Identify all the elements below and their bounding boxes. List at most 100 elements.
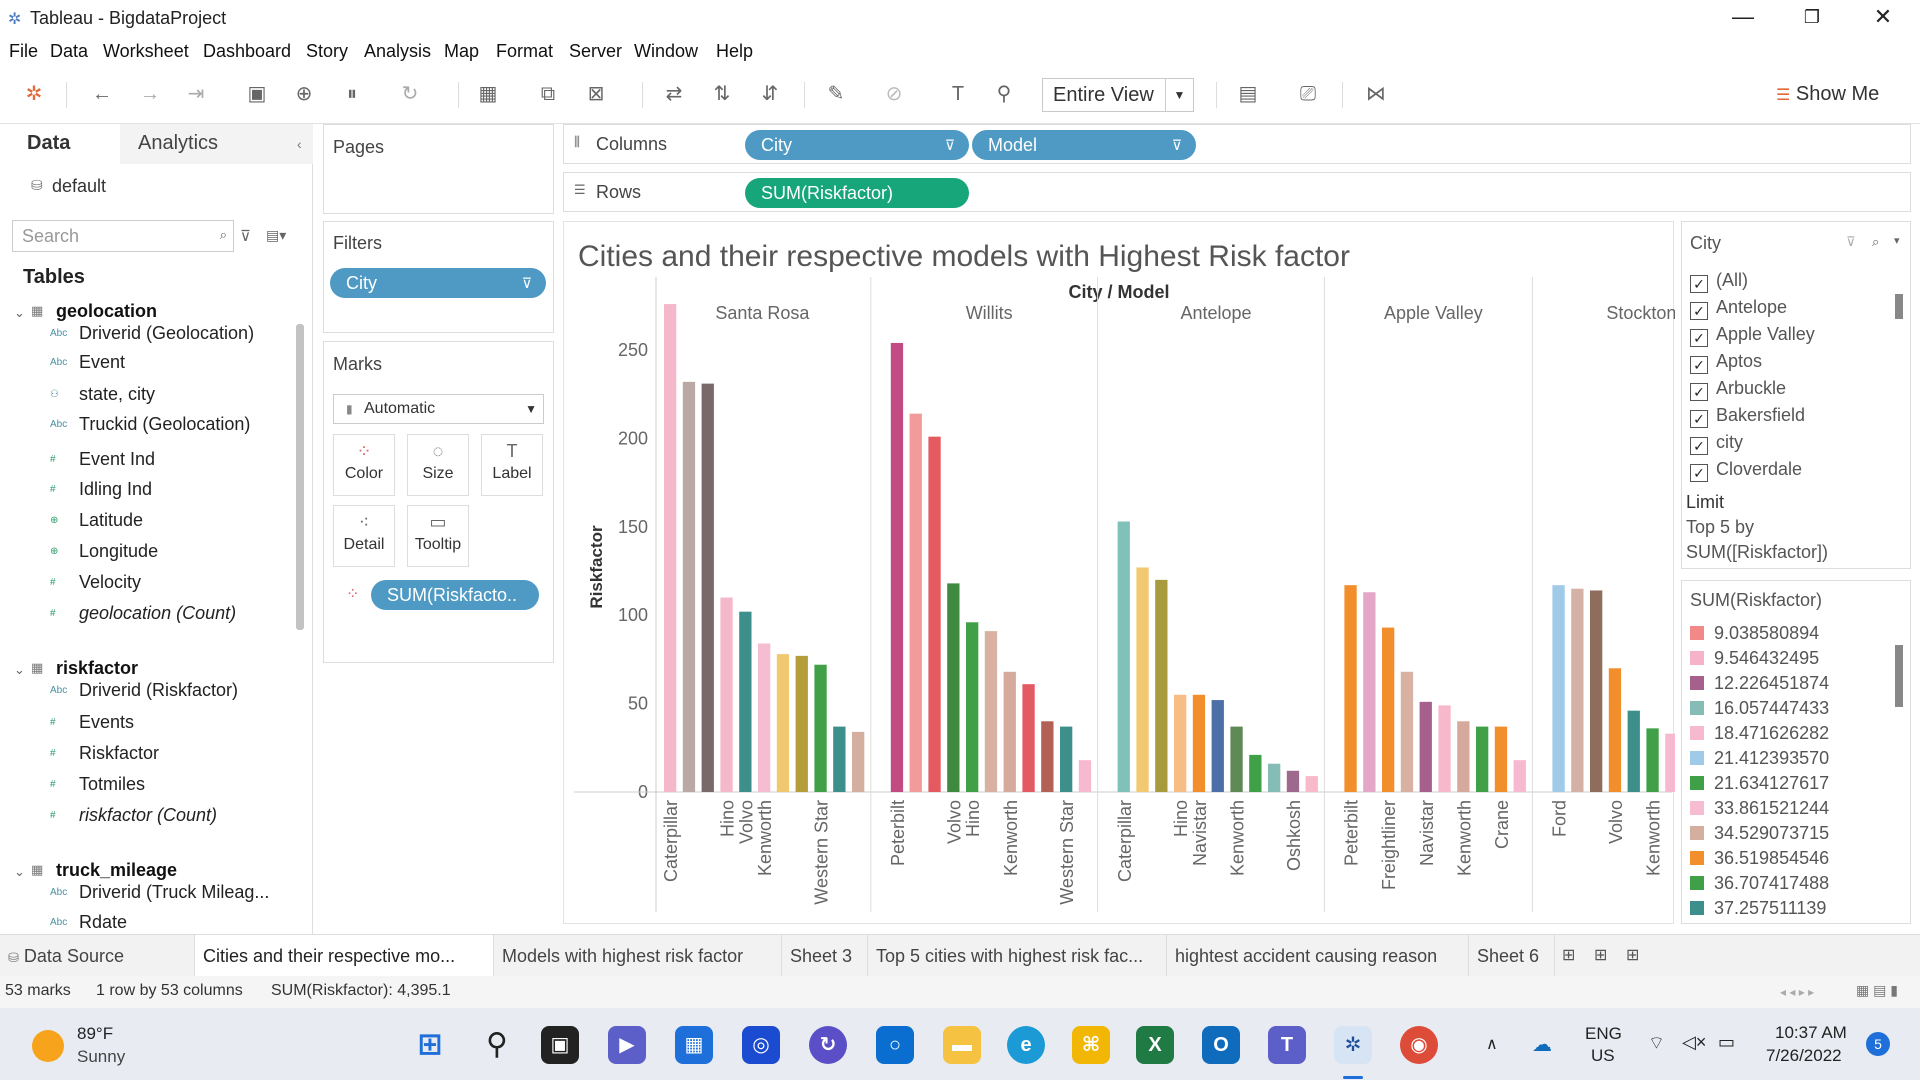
rows-pill-riskfactor[interactable]: SUM(Riskfactor): [745, 178, 969, 208]
tooltip-button[interactable]: ▭ Tooltip: [407, 505, 469, 567]
field-item[interactable]: Longitude: [79, 541, 158, 562]
table-name[interactable]: riskfactor: [56, 658, 138, 679]
legend-item[interactable]: 9.038580894: [1690, 623, 1819, 644]
clock-date[interactable]: 7/26/2022: [1766, 1046, 1842, 1066]
mark-type-dropdown[interactable]: ▮ Automatic ▼: [333, 394, 544, 424]
legend-item[interactable]: 12.226451874: [1690, 673, 1829, 694]
columns-pill-city[interactable]: City ⊽: [745, 130, 969, 160]
field-item[interactable]: Event: [79, 352, 125, 373]
minimize-button[interactable]: —: [1723, 4, 1763, 30]
store-icon[interactable]: ▦: [675, 1026, 713, 1064]
checkbox-icon[interactable]: ✓: [1690, 356, 1708, 374]
search-icon[interactable]: ⌕: [1872, 234, 1879, 250]
show-labels-icon[interactable]: T: [944, 80, 972, 108]
tab-sheet[interactable]: Cities and their respective mo...: [195, 935, 494, 977]
field-item[interactable]: Idling Ind: [79, 479, 152, 500]
fit-dropdown[interactable]: Entire View ▼: [1042, 78, 1194, 112]
checkbox-icon[interactable]: ✓: [1690, 383, 1708, 401]
view-options-icon[interactable]: ▤▾: [266, 227, 286, 244]
duplicate-sheet-icon[interactable]: ⧉: [534, 80, 562, 108]
city-filter-item[interactable]: ✓ city: [1690, 432, 1743, 455]
city-filter-item[interactable]: ✓ Cloverdale: [1690, 459, 1802, 482]
language-region[interactable]: US: [1591, 1046, 1615, 1066]
battery-icon[interactable]: ▭: [1718, 1032, 1735, 1053]
tableau-icon[interactable]: ✲: [1334, 1026, 1372, 1064]
field-item[interactable]: Truckid (Geolocation): [79, 414, 250, 435]
chevron-down-icon[interactable]: ⌄: [14, 305, 25, 321]
onedrive-icon[interactable]: ☁: [1532, 1032, 1552, 1057]
chevron-down-icon[interactable]: ▾: [1894, 234, 1900, 247]
close-button[interactable]: ✕: [1863, 4, 1903, 30]
field-item[interactable]: Driverid (Riskfactor): [79, 680, 238, 701]
fix-axes-icon[interactable]: ⚲: [990, 80, 1018, 108]
legend-item[interactable]: 18.471626282: [1690, 723, 1829, 744]
tab-sheet[interactable]: Sheet 3: [782, 935, 868, 977]
legend-item[interactable]: 9.546432495: [1690, 648, 1819, 669]
field-item[interactable]: Latitude: [79, 510, 143, 531]
share-icon[interactable]: ⋈: [1362, 80, 1390, 108]
start-icon[interactable]: ⊞: [411, 1026, 449, 1064]
new-story-icon[interactable]: ⊞: [1626, 945, 1639, 965]
menu-dashboard[interactable]: Dashboard: [203, 41, 291, 62]
field-item[interactable]: geolocation (Count): [79, 603, 236, 624]
search-input[interactable]: Search ⌕: [12, 220, 234, 252]
city-filter-item[interactable]: ✓ Apple Valley: [1690, 324, 1815, 347]
save-icon[interactable]: ▣: [243, 80, 271, 108]
label-button[interactable]: T Label: [481, 434, 543, 496]
volume-icon[interactable]: ◁×: [1682, 1032, 1706, 1053]
chat-icon[interactable]: ▶: [608, 1026, 646, 1064]
new-dashboard-icon[interactable]: ⊞: [1594, 945, 1607, 965]
city-filter-item[interactable]: ✓ Antelope: [1690, 297, 1787, 320]
table-name[interactable]: truck_mileage: [56, 860, 177, 881]
chevron-up-icon[interactable]: ∧: [1486, 1034, 1498, 1054]
tab-sheet[interactable]: Models with highest risk factor: [494, 935, 782, 977]
app-icon[interactable]: ◎: [742, 1026, 780, 1064]
checkbox-icon[interactable]: ✓: [1690, 302, 1708, 320]
legend-item[interactable]: 36.707417488: [1690, 873, 1829, 894]
pages-shelf[interactable]: Pages: [323, 124, 554, 214]
legend-item[interactable]: 37.257511139: [1690, 898, 1826, 919]
menu-file[interactable]: File: [9, 41, 38, 62]
show-me-button[interactable]: ☰ Show Me: [1776, 83, 1879, 106]
filter-icon[interactable]: ⊽: [240, 227, 251, 245]
replay-icon[interactable]: ⇥: [182, 80, 210, 108]
menu-help[interactable]: Help: [716, 41, 753, 62]
field-item[interactable]: Riskfactor: [79, 743, 159, 764]
undo-icon[interactable]: ←: [88, 80, 116, 108]
legend-item[interactable]: 33.861521244: [1690, 798, 1829, 819]
legend-item[interactable]: 16.057447433: [1690, 698, 1829, 719]
redo-icon[interactable]: →: [136, 80, 164, 108]
city-filter-item[interactable]: ✓ Arbuckle: [1690, 378, 1786, 401]
city-filter-item[interactable]: ✓ Aptos: [1690, 351, 1762, 374]
teams-icon[interactable]: T: [1268, 1026, 1306, 1064]
notification-badge[interactable]: 5: [1866, 1032, 1890, 1056]
excel-icon[interactable]: X: [1136, 1026, 1174, 1064]
group-members-icon[interactable]: ⊘: [880, 80, 908, 108]
new-datasource-icon[interactable]: ⊕: [290, 80, 318, 108]
collapse-pane-icon[interactable]: ‹: [297, 136, 302, 152]
datasource-name[interactable]: default: [52, 176, 106, 197]
columns-shelf[interactable]: ⫼ Columns City ⊽ Model ⊽: [563, 124, 1911, 164]
legend-item[interactable]: 34.529073715: [1690, 823, 1829, 844]
legend-item[interactable]: 21.634127617: [1690, 773, 1829, 794]
task-view-icon[interactable]: ▣: [541, 1026, 579, 1064]
field-item[interactable]: Driverid (Geolocation): [79, 323, 254, 344]
language-label[interactable]: ENG: [1585, 1024, 1622, 1044]
chrome-icon[interactable]: ◉: [1400, 1026, 1438, 1064]
table-name[interactable]: geolocation: [56, 301, 157, 322]
filters-shelf[interactable]: Filters City ⊽: [323, 221, 554, 333]
new-worksheet-icon[interactable]: ▦: [474, 80, 502, 108]
tab-sheet[interactable]: Top 5 cities with highest risk fac...: [868, 935, 1167, 977]
detail-button[interactable]: ⁖ Detail: [333, 505, 395, 567]
presentation-mode-icon[interactable]: ⎚: [1294, 80, 1322, 108]
tab-sheet[interactable]: Sheet 6: [1469, 935, 1555, 977]
pause-updates-icon[interactable]: ⏸: [338, 80, 366, 108]
sort-descending-icon[interactable]: ⇵: [756, 80, 784, 108]
chevron-down-icon[interactable]: ⌄: [14, 662, 25, 678]
menu-window[interactable]: Window: [634, 41, 698, 62]
refresh-icon[interactable]: ↻: [396, 80, 424, 108]
chevron-down-icon[interactable]: ⌄: [14, 864, 25, 880]
outlook-icon[interactable]: O: [1202, 1026, 1240, 1064]
checkbox-icon[interactable]: ✓: [1690, 464, 1708, 482]
city-filter-item[interactable]: ✓ (All): [1690, 270, 1748, 293]
